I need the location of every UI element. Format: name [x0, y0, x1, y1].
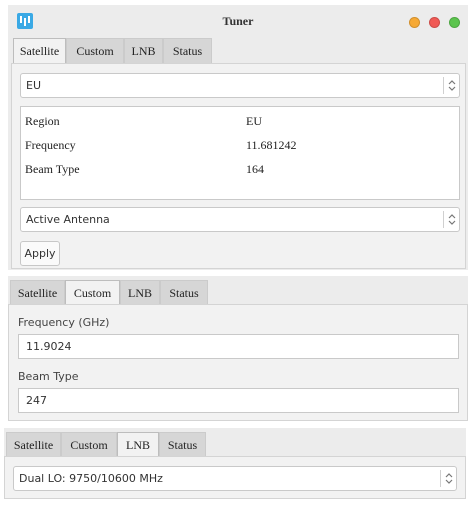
beam-type-label: Beam Type	[18, 370, 79, 383]
tab-satellite[interactable]: Satellite	[10, 280, 65, 305]
tab-lnb[interactable]: LNB	[120, 280, 160, 305]
select-chevron-icon	[443, 211, 459, 228]
lo-select-value: Dual LO: 9750/10600 MHz	[19, 472, 163, 485]
tab-lnb[interactable]: LNB	[117, 432, 159, 457]
tab-status[interactable]: Status	[159, 432, 206, 457]
title-bar: Tuner	[8, 5, 468, 37]
tab-satellite[interactable]: Satellite	[6, 432, 61, 457]
satellite-tab-content: EU Region EU Frequency 11.681242 Beam Ty…	[11, 63, 466, 269]
tab-bar: Satellite Custom LNB Status	[4, 432, 466, 457]
frequency-label: Frequency	[25, 138, 76, 152]
antenna-select-value: Active Antenna	[26, 213, 110, 226]
frequency-input[interactable]	[19, 335, 458, 358]
window-title: Tuner	[222, 14, 254, 28]
frequency-ghz-label: Frequency (GHz)	[18, 316, 110, 329]
tuner-window-custom: Satellite Custom LNB Status Frequency (G…	[8, 276, 468, 421]
region-value: EU	[246, 114, 262, 128]
select-chevron-icon	[440, 470, 456, 487]
lnb-tab-content: Dual LO: 9750/10600 MHz	[4, 456, 466, 499]
tuner-window-lnb: Satellite Custom LNB Status Dual LO: 975…	[4, 428, 466, 499]
beam-type-field[interactable]	[18, 388, 459, 413]
frequency-field[interactable]	[18, 334, 459, 359]
tab-custom[interactable]: Custom	[65, 280, 120, 305]
region-label: Region	[25, 114, 60, 128]
tab-lnb[interactable]: LNB	[124, 38, 163, 63]
lo-select[interactable]: Dual LO: 9750/10600 MHz	[13, 466, 457, 491]
tab-bar: Satellite Custom LNB Status	[8, 38, 468, 63]
antenna-select[interactable]: Active Antenna	[20, 207, 460, 232]
zoom-button[interactable]	[449, 17, 460, 28]
tab-satellite[interactable]: Satellite	[13, 38, 66, 63]
tab-status[interactable]: Status	[160, 280, 208, 305]
tab-custom[interactable]: Custom	[66, 38, 124, 63]
region-select-value: EU	[26, 79, 42, 92]
frequency-value: 11.681242	[246, 138, 297, 152]
select-chevron-icon	[443, 77, 459, 94]
beam-type-input[interactable]	[19, 389, 458, 412]
beam-type-value: 164	[246, 162, 264, 176]
beam-type-label: Beam Type	[25, 162, 80, 176]
close-button[interactable]	[429, 17, 440, 28]
tuner-window-satellite: Tuner Satellite Custom LNB Status EU Reg…	[8, 5, 468, 270]
region-select[interactable]: EU	[20, 73, 460, 98]
tab-bar: Satellite Custom LNB Status	[8, 280, 468, 305]
satellite-info-box: Region EU Frequency 11.681242 Beam Type …	[20, 106, 460, 200]
tab-custom[interactable]: Custom	[61, 432, 117, 457]
minimize-button[interactable]	[409, 17, 420, 28]
custom-tab-content: Frequency (GHz) Beam Type	[8, 304, 468, 421]
apply-button[interactable]: Apply	[20, 241, 60, 266]
tab-status[interactable]: Status	[163, 38, 212, 63]
